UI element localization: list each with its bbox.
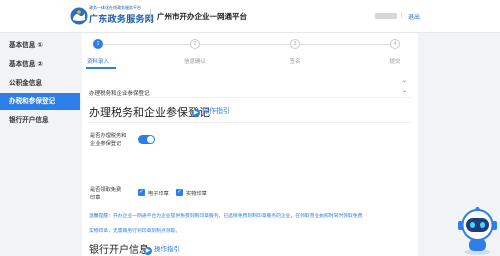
seal-label-line1: 是否领取免费 (90, 187, 122, 193)
guangdong-gov-logo-icon (70, 7, 88, 25)
insurance-toggle[interactable] (138, 135, 155, 144)
header-separator: | (401, 13, 403, 19)
top-header: 政务一体化在线政务服务平台 广东政务服务网 广州市开办企业一网通平台 | 退出 (0, 0, 500, 33)
insurance-label-line1: 是否办理税务和 (90, 133, 127, 139)
toggle-knob (147, 136, 154, 143)
physical-seal-label: 实物印章 (186, 191, 207, 197)
title-divider (87, 122, 412, 123)
notice-text-line1: 温馨提醒：开办企业一网通平台为企业提供免费刻制印章服务，已选择免费刻制印章服务的… (89, 214, 363, 219)
chevron-down-icon[interactable]: ⌄ (402, 77, 407, 84)
sidebar-item-tax-insurance[interactable]: 办税和参保登记 (0, 93, 80, 110)
step-1-circle: 1 (93, 39, 103, 49)
guide-label: 操作指引 (202, 108, 230, 115)
bank-section-title: 银行开户信息 (89, 245, 149, 256)
step-active-underline (86, 67, 116, 69)
sidebar: 基本信息 ① 基本信息 ② 公积金信息 办税和参保登记 银行开户信息 (0, 33, 80, 256)
insurance-field-label: 是否办理税务和 企业参保登记 (90, 132, 126, 148)
electronic-seal-checkbox[interactable]: ✓ (138, 189, 145, 196)
notice-text-line2: 实物印章，无需再另行到印章刻制点领取。 (89, 229, 181, 234)
main-panel: 1 2 3 4 资料录入 信息确认 签名 提交 ⌄ 办理税务和企业参保登记 ⌄ … (82, 33, 418, 256)
section-header: 办理税务和企业参保登记 (89, 91, 150, 97)
logout-link[interactable]: 退出 (408, 12, 420, 21)
section-divider (87, 97, 412, 98)
seal-field-label: 是否领取免费 印章 (90, 186, 121, 202)
physical-seal-checkbox[interactable]: ✓ (176, 189, 183, 196)
sidebar-item-bank-account[interactable]: 银行开户信息 (0, 112, 80, 129)
step-3-circle: 3 (290, 39, 300, 49)
guide-play-icon: ▶ (192, 109, 200, 117)
check-icon: ✓ (138, 189, 145, 195)
step-2-label: 信息确认 (183, 59, 207, 65)
guide-link[interactable]: ▶ 操作指引 (192, 106, 230, 117)
bank-guide-link[interactable]: ▶ 操作指引 (144, 243, 180, 255)
username-redacted (375, 13, 397, 19)
header-divider (150, 9, 151, 23)
electronic-seal-label: 电子印章 (148, 191, 169, 197)
sidebar-item-housing-fund[interactable]: 公积金信息 (0, 75, 80, 92)
stepper-track (102, 44, 394, 45)
robot-assistant-icon[interactable] (455, 205, 500, 256)
step-4-label: 提交 (389, 59, 401, 65)
chevron-down-icon[interactable]: ⌄ (402, 87, 407, 94)
platform-title: 广州市开办企业一网通平台 (157, 12, 247, 21)
logo-title[interactable]: 广东政务服务网 (89, 12, 154, 25)
step-1-label: 资料录入 (86, 59, 110, 65)
bank-guide-label: 操作指引 (154, 246, 180, 253)
guide-play-icon: ▶ (144, 247, 152, 255)
sidebar-item-basic-info-1[interactable]: 基本信息 ① (0, 37, 80, 54)
step-2-circle: 2 (190, 39, 200, 49)
sidebar-item-basic-info-2[interactable]: 基本信息 ② (0, 56, 80, 73)
logo-subtitle: 政务一体化在线政务服务平台 (89, 5, 141, 10)
insurance-label-line2: 企业参保登记 (90, 141, 122, 147)
step-3-label: 签名 (289, 59, 301, 65)
seal-label-line2: 印章 (90, 195, 101, 201)
check-icon: ✓ (176, 189, 183, 195)
step-4-circle: 4 (390, 39, 400, 49)
